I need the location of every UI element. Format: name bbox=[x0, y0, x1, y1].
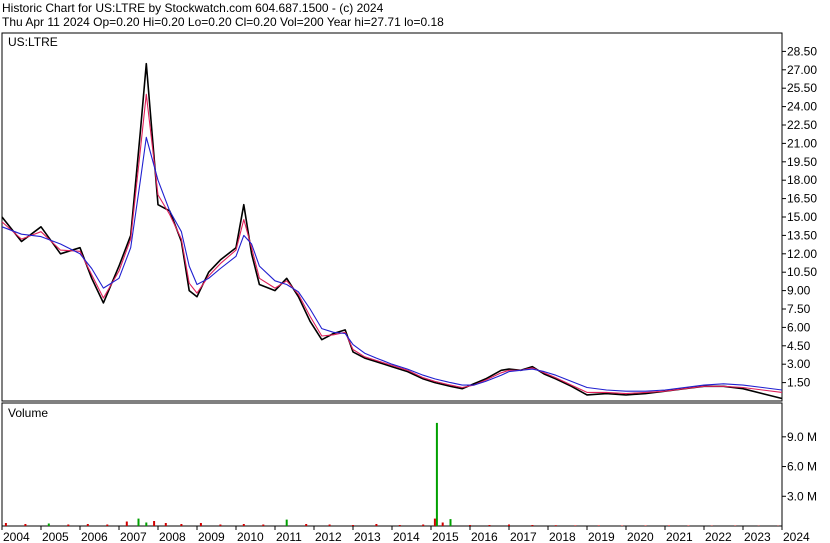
x-tick-label: 2013 bbox=[354, 530, 381, 543]
price-ytick-label: 6.00 bbox=[787, 320, 811, 334]
volume-bar bbox=[508, 524, 510, 526]
volume-bar bbox=[449, 519, 452, 526]
x-tick-label: 2004 bbox=[3, 530, 30, 543]
price-ytick-label: 9.00 bbox=[787, 284, 811, 298]
x-tick-label: 2007 bbox=[120, 530, 147, 543]
volume-bar bbox=[687, 525, 690, 526]
volume-bar bbox=[597, 525, 600, 526]
x-tick-label: 2009 bbox=[198, 530, 225, 543]
x-tick-label: 2017 bbox=[510, 530, 537, 543]
volume-bar bbox=[67, 524, 70, 526]
volume-bar bbox=[137, 518, 140, 526]
volume-bar bbox=[106, 524, 109, 526]
price-ytick-label: 25.50 bbox=[787, 81, 817, 95]
x-tick-label: 2011 bbox=[276, 530, 302, 543]
volume-bar bbox=[667, 525, 670, 526]
price-ytick-label: 21.00 bbox=[787, 136, 817, 150]
volume-ytick-label: 6.0 M bbox=[787, 460, 817, 474]
price-series-1-line bbox=[1, 93, 783, 395]
x-tick-label: 2015 bbox=[432, 530, 459, 543]
volume-bar bbox=[644, 525, 647, 526]
volume-panel-frame bbox=[1, 402, 783, 527]
volume-bar bbox=[531, 525, 534, 526]
price-series-0-line bbox=[1, 62, 783, 400]
price-ytick-label: 19.50 bbox=[787, 155, 817, 169]
x-tick-label: 2005 bbox=[42, 530, 69, 543]
volume-bar bbox=[285, 519, 288, 526]
volume-bar bbox=[164, 523, 167, 526]
volume-bar bbox=[441, 522, 444, 526]
price-ytick-label: 10.50 bbox=[787, 265, 817, 279]
price-ytick-label: 1.50 bbox=[787, 376, 811, 390]
price-panel-title: US:LTRE bbox=[8, 35, 58, 49]
volume-bar bbox=[469, 525, 471, 526]
volume-ytick-label: 9.0 M bbox=[787, 430, 817, 444]
x-tick-label: 2019 bbox=[588, 530, 615, 543]
price-ytick-label: 4.50 bbox=[787, 339, 811, 353]
x-tick-label: 2016 bbox=[471, 530, 498, 543]
volume-bar bbox=[4, 523, 7, 526]
x-tick-label: 2022 bbox=[705, 530, 732, 543]
price-ytick-label: 24.00 bbox=[787, 100, 817, 114]
volume-bar bbox=[375, 524, 378, 526]
volume-bar bbox=[554, 525, 557, 526]
x-tick-label: 2014 bbox=[393, 530, 420, 543]
volume-bar bbox=[328, 524, 331, 526]
price-ytick-label: 12.00 bbox=[787, 247, 817, 261]
volume-bar bbox=[47, 523, 50, 526]
volume-bar bbox=[422, 524, 425, 526]
volume-bar bbox=[574, 525, 577, 526]
price-ytick-label: 28.50 bbox=[787, 44, 817, 58]
price-ytick-label: 18.00 bbox=[787, 173, 817, 187]
chart-page: Historic Chart for US:LTRE by Stockwatch… bbox=[0, 0, 830, 543]
x-tick-label: 2021 bbox=[666, 530, 693, 543]
volume-bar bbox=[262, 524, 265, 526]
x-tick-label: 2012 bbox=[315, 530, 342, 543]
volume-bar bbox=[352, 525, 354, 526]
x-tick-label: 2023 bbox=[744, 530, 771, 543]
volume-bar bbox=[435, 422, 438, 526]
chart-svg: US:LTRE 1.50 3.00 4.50 6.00 7.50 9.00 10.50 12.0… bbox=[1, 32, 817, 543]
price-ytick-label: 3.00 bbox=[787, 357, 811, 371]
volume-bar bbox=[621, 525, 624, 526]
header-title: Historic Chart for US:LTRE by Stockwatch… bbox=[2, 1, 384, 15]
volume-bar bbox=[86, 524, 89, 526]
volume-bar bbox=[145, 522, 148, 526]
volume-bar bbox=[219, 524, 222, 526]
price-panel-frame bbox=[1, 32, 783, 402]
price-ytick-label: 16.50 bbox=[787, 192, 817, 206]
x-tick-label: 2010 bbox=[237, 530, 264, 543]
price-ytick-label: 27.00 bbox=[787, 63, 817, 77]
volume-bar bbox=[488, 525, 491, 526]
volume-bar bbox=[125, 521, 128, 526]
x-tick-label: 2024 bbox=[783, 530, 810, 543]
volume-bar bbox=[305, 524, 308, 526]
volume-bar bbox=[199, 523, 202, 526]
volume-bar bbox=[242, 524, 245, 526]
volume-bar bbox=[24, 524, 27, 526]
price-ytick-label: 7.50 bbox=[787, 302, 811, 316]
x-tick-label: 2006 bbox=[81, 530, 108, 543]
price-ytick-label: 22.50 bbox=[787, 118, 817, 132]
volume-bar bbox=[433, 518, 436, 526]
price-ytick-label: 13.50 bbox=[787, 228, 817, 242]
x-tick-label: 2020 bbox=[627, 530, 654, 543]
x-tick-label: 2018 bbox=[549, 530, 576, 543]
volume-panel-title: Volume bbox=[8, 406, 48, 420]
price-ytick-label: 15.00 bbox=[787, 210, 817, 224]
volume-bar bbox=[180, 524, 183, 526]
volume-bar bbox=[153, 521, 156, 526]
x-tick-label: 2008 bbox=[159, 530, 186, 543]
header-quote: Thu Apr 11 2024 Op=0.20 Hi=0.20 Lo=0.20 … bbox=[2, 15, 444, 29]
volume-bar bbox=[398, 525, 401, 526]
volume-ytick-label: 3.0 M bbox=[787, 489, 817, 503]
